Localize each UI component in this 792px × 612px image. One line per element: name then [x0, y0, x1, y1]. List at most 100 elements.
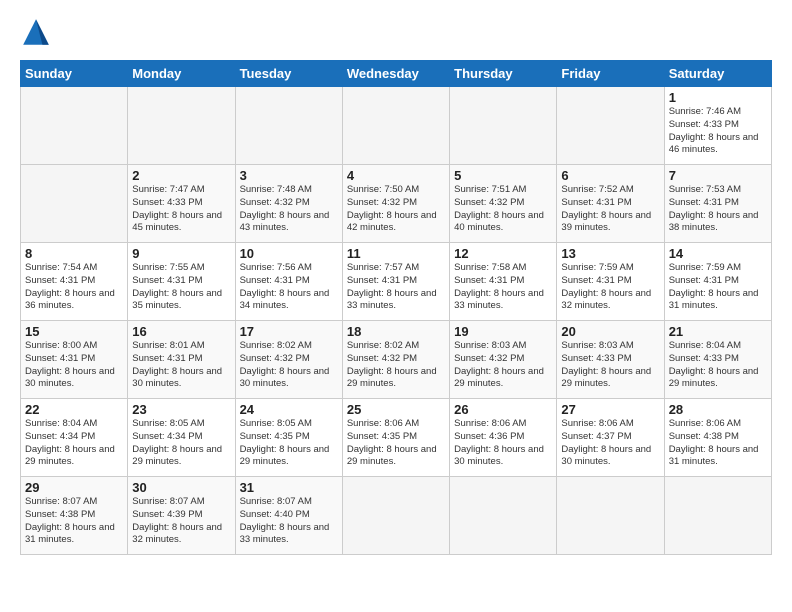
calendar-cell: 23 Sunrise: 8:05 AMSunset: 4:34 PMDaylig…: [128, 399, 235, 477]
calendar-cell: 15 Sunrise: 8:00 AMSunset: 4:31 PMDaylig…: [21, 321, 128, 399]
calendar-cell: [450, 477, 557, 555]
calendar-cell: 6 Sunrise: 7:52 AMSunset: 4:31 PMDayligh…: [557, 165, 664, 243]
day-info: Sunrise: 8:00 AMSunset: 4:31 PMDaylight:…: [25, 340, 115, 389]
day-info: Sunrise: 8:05 AMSunset: 4:35 PMDaylight:…: [240, 418, 330, 467]
day-info: Sunrise: 8:01 AMSunset: 4:31 PMDaylight:…: [132, 340, 222, 389]
calendar-cell: [342, 87, 449, 165]
day-number: 18: [347, 324, 445, 339]
calendar-cell: 3 Sunrise: 7:48 AMSunset: 4:32 PMDayligh…: [235, 165, 342, 243]
day-number: 20: [561, 324, 659, 339]
day-info: Sunrise: 8:03 AMSunset: 4:33 PMDaylight:…: [561, 340, 651, 389]
day-number: 5: [454, 168, 552, 183]
day-number: 6: [561, 168, 659, 183]
header-row: SundayMondayTuesdayWednesdayThursdayFrid…: [21, 61, 772, 87]
day-info: Sunrise: 8:06 AMSunset: 4:38 PMDaylight:…: [669, 418, 759, 467]
calendar-cell: 31 Sunrise: 8:07 AMSunset: 4:40 PMDaylig…: [235, 477, 342, 555]
calendar-cell: 16 Sunrise: 8:01 AMSunset: 4:31 PMDaylig…: [128, 321, 235, 399]
day-number: 4: [347, 168, 445, 183]
calendar-cell: 11 Sunrise: 7:57 AMSunset: 4:31 PMDaylig…: [342, 243, 449, 321]
day-number: 3: [240, 168, 338, 183]
day-number: 16: [132, 324, 230, 339]
day-number: 31: [240, 480, 338, 495]
day-info: Sunrise: 7:58 AMSunset: 4:31 PMDaylight:…: [454, 262, 544, 311]
day-number: 8: [25, 246, 123, 261]
logo: [20, 16, 56, 48]
day-info: Sunrise: 7:53 AMSunset: 4:31 PMDaylight:…: [669, 184, 759, 233]
day-number: 28: [669, 402, 767, 417]
day-number: 30: [132, 480, 230, 495]
week-row: 2 Sunrise: 7:47 AMSunset: 4:33 PMDayligh…: [21, 165, 772, 243]
header-tuesday: Tuesday: [235, 61, 342, 87]
calendar-cell: 21 Sunrise: 8:04 AMSunset: 4:33 PMDaylig…: [664, 321, 771, 399]
day-info: Sunrise: 7:47 AMSunset: 4:33 PMDaylight:…: [132, 184, 222, 233]
calendar-cell: 5 Sunrise: 7:51 AMSunset: 4:32 PMDayligh…: [450, 165, 557, 243]
calendar-cell: 4 Sunrise: 7:50 AMSunset: 4:32 PMDayligh…: [342, 165, 449, 243]
day-number: 22: [25, 402, 123, 417]
day-info: Sunrise: 7:48 AMSunset: 4:32 PMDaylight:…: [240, 184, 330, 233]
day-number: 19: [454, 324, 552, 339]
day-info: Sunrise: 7:55 AMSunset: 4:31 PMDaylight:…: [132, 262, 222, 311]
day-info: Sunrise: 8:06 AMSunset: 4:37 PMDaylight:…: [561, 418, 651, 467]
calendar-cell: 10 Sunrise: 7:56 AMSunset: 4:31 PMDaylig…: [235, 243, 342, 321]
calendar-cell: 28 Sunrise: 8:06 AMSunset: 4:38 PMDaylig…: [664, 399, 771, 477]
calendar-cell: [557, 87, 664, 165]
day-number: 25: [347, 402, 445, 417]
day-info: Sunrise: 8:07 AMSunset: 4:40 PMDaylight:…: [240, 496, 330, 545]
day-info: Sunrise: 7:59 AMSunset: 4:31 PMDaylight:…: [561, 262, 651, 311]
page-container: SundayMondayTuesdayWednesdayThursdayFrid…: [0, 0, 792, 565]
calendar-cell: 19 Sunrise: 8:03 AMSunset: 4:32 PMDaylig…: [450, 321, 557, 399]
day-number: 7: [669, 168, 767, 183]
calendar-cell: 9 Sunrise: 7:55 AMSunset: 4:31 PMDayligh…: [128, 243, 235, 321]
header: [20, 16, 772, 48]
header-monday: Monday: [128, 61, 235, 87]
day-number: 29: [25, 480, 123, 495]
day-info: Sunrise: 8:04 AMSunset: 4:33 PMDaylight:…: [669, 340, 759, 389]
day-number: 23: [132, 402, 230, 417]
day-info: Sunrise: 7:46 AMSunset: 4:33 PMDaylight:…: [669, 106, 759, 155]
calendar-cell: [557, 477, 664, 555]
day-number: 12: [454, 246, 552, 261]
day-number: 26: [454, 402, 552, 417]
day-info: Sunrise: 8:07 AMSunset: 4:38 PMDaylight:…: [25, 496, 115, 545]
day-number: 11: [347, 246, 445, 261]
day-info: Sunrise: 8:02 AMSunset: 4:32 PMDaylight:…: [347, 340, 437, 389]
day-info: Sunrise: 8:03 AMSunset: 4:32 PMDaylight:…: [454, 340, 544, 389]
day-info: Sunrise: 8:06 AMSunset: 4:36 PMDaylight:…: [454, 418, 544, 467]
day-number: 17: [240, 324, 338, 339]
calendar-cell: 14 Sunrise: 7:59 AMSunset: 4:31 PMDaylig…: [664, 243, 771, 321]
calendar-cell: 25 Sunrise: 8:06 AMSunset: 4:35 PMDaylig…: [342, 399, 449, 477]
calendar-cell: [235, 87, 342, 165]
day-info: Sunrise: 8:07 AMSunset: 4:39 PMDaylight:…: [132, 496, 222, 545]
calendar-cell: 26 Sunrise: 8:06 AMSunset: 4:36 PMDaylig…: [450, 399, 557, 477]
day-info: Sunrise: 7:51 AMSunset: 4:32 PMDaylight:…: [454, 184, 544, 233]
day-info: Sunrise: 7:56 AMSunset: 4:31 PMDaylight:…: [240, 262, 330, 311]
day-info: Sunrise: 8:02 AMSunset: 4:32 PMDaylight:…: [240, 340, 330, 389]
calendar-cell: 17 Sunrise: 8:02 AMSunset: 4:32 PMDaylig…: [235, 321, 342, 399]
day-info: Sunrise: 8:05 AMSunset: 4:34 PMDaylight:…: [132, 418, 222, 467]
calendar-cell: 30 Sunrise: 8:07 AMSunset: 4:39 PMDaylig…: [128, 477, 235, 555]
calendar-cell: [21, 165, 128, 243]
day-info: Sunrise: 8:04 AMSunset: 4:34 PMDaylight:…: [25, 418, 115, 467]
day-number: 9: [132, 246, 230, 261]
day-info: Sunrise: 8:06 AMSunset: 4:35 PMDaylight:…: [347, 418, 437, 467]
day-number: 21: [669, 324, 767, 339]
header-sunday: Sunday: [21, 61, 128, 87]
calendar-cell: [450, 87, 557, 165]
calendar-cell: 24 Sunrise: 8:05 AMSunset: 4:35 PMDaylig…: [235, 399, 342, 477]
logo-icon: [20, 16, 52, 48]
day-number: 14: [669, 246, 767, 261]
calendar-cell: [664, 477, 771, 555]
week-row: 8 Sunrise: 7:54 AMSunset: 4:31 PMDayligh…: [21, 243, 772, 321]
calendar-cell: 18 Sunrise: 8:02 AMSunset: 4:32 PMDaylig…: [342, 321, 449, 399]
day-number: 1: [669, 90, 767, 105]
calendar-cell: 13 Sunrise: 7:59 AMSunset: 4:31 PMDaylig…: [557, 243, 664, 321]
calendar-cell: 12 Sunrise: 7:58 AMSunset: 4:31 PMDaylig…: [450, 243, 557, 321]
week-row: 1 Sunrise: 7:46 AMSunset: 4:33 PMDayligh…: [21, 87, 772, 165]
header-wednesday: Wednesday: [342, 61, 449, 87]
calendar-cell: [128, 87, 235, 165]
calendar-cell: 20 Sunrise: 8:03 AMSunset: 4:33 PMDaylig…: [557, 321, 664, 399]
day-number: 13: [561, 246, 659, 261]
header-saturday: Saturday: [664, 61, 771, 87]
calendar-cell: 1 Sunrise: 7:46 AMSunset: 4:33 PMDayligh…: [664, 87, 771, 165]
header-friday: Friday: [557, 61, 664, 87]
